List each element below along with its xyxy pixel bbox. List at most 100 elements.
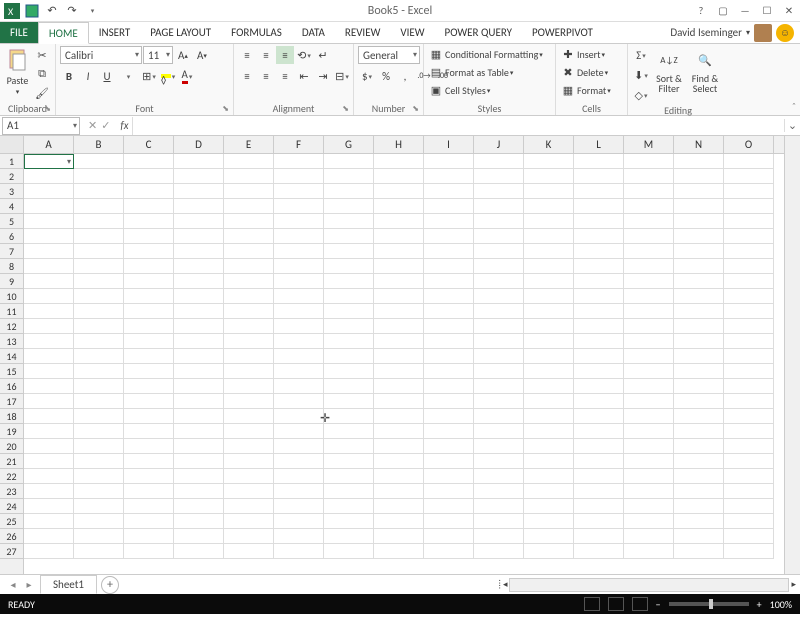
cell[interactable] <box>224 334 274 349</box>
cell[interactable] <box>174 274 224 289</box>
cell[interactable] <box>574 199 624 214</box>
zoom-slider[interactable] <box>669 602 749 606</box>
orientation-button[interactable]: ⟲ <box>295 46 313 64</box>
cell[interactable] <box>474 274 524 289</box>
number-format-select[interactable]: General <box>358 46 420 64</box>
cell[interactable] <box>474 484 524 499</box>
cell[interactable] <box>374 379 424 394</box>
cell[interactable] <box>274 244 324 259</box>
cell[interactable] <box>124 334 174 349</box>
cell[interactable] <box>324 184 374 199</box>
cell[interactable] <box>574 364 624 379</box>
col-header[interactable]: F <box>274 136 324 153</box>
cell[interactable] <box>424 364 474 379</box>
cell[interactable] <box>674 379 724 394</box>
cell[interactable] <box>574 439 624 454</box>
cell[interactable] <box>324 229 374 244</box>
user-menu-icon[interactable]: ▾ <box>746 28 750 38</box>
cell[interactable] <box>324 154 374 169</box>
cell[interactable] <box>24 274 74 289</box>
cell[interactable] <box>674 499 724 514</box>
col-header[interactable]: D <box>174 136 224 153</box>
cell[interactable] <box>724 514 774 529</box>
cell[interactable] <box>424 349 474 364</box>
alignment-dialog-icon[interactable]: ⬊ <box>342 104 349 114</box>
cell[interactable] <box>74 214 124 229</box>
cell[interactable] <box>524 199 574 214</box>
cell[interactable] <box>74 484 124 499</box>
cell[interactable] <box>124 499 174 514</box>
row-header[interactable]: 10 <box>0 289 23 304</box>
cell[interactable] <box>274 484 324 499</box>
cell[interactable] <box>524 229 574 244</box>
cell[interactable] <box>74 424 124 439</box>
cell[interactable] <box>374 169 424 184</box>
cell[interactable] <box>424 424 474 439</box>
cell[interactable] <box>474 514 524 529</box>
cell[interactable] <box>624 199 674 214</box>
delete-cells-button[interactable]: ✖Delete▾ <box>560 64 608 80</box>
cell[interactable] <box>224 184 274 199</box>
save-icon[interactable] <box>24 3 40 19</box>
cell[interactable] <box>324 289 374 304</box>
cell[interactable] <box>524 424 574 439</box>
cell[interactable] <box>574 349 624 364</box>
tab-file[interactable]: FILE <box>0 22 38 43</box>
tab-home[interactable]: HOME <box>38 22 89 44</box>
cell[interactable] <box>274 514 324 529</box>
cell[interactable] <box>724 364 774 379</box>
cell[interactable] <box>524 349 574 364</box>
cell[interactable] <box>574 424 624 439</box>
row-header[interactable]: 3 <box>0 184 23 199</box>
worksheet-grid[interactable]: 1234567891011121314151617181920212223242… <box>0 136 800 574</box>
row-header[interactable]: 19 <box>0 424 23 439</box>
cell[interactable] <box>74 199 124 214</box>
cell[interactable] <box>424 169 474 184</box>
cell[interactable] <box>624 469 674 484</box>
cell[interactable] <box>274 199 324 214</box>
cell[interactable] <box>374 499 424 514</box>
clipboard-dialog-icon[interactable]: ⬊ <box>44 104 51 114</box>
cell[interactable] <box>474 349 524 364</box>
col-header[interactable]: H <box>374 136 424 153</box>
cell[interactable] <box>424 244 474 259</box>
cell[interactable] <box>374 244 424 259</box>
cell[interactable] <box>274 169 324 184</box>
cell[interactable] <box>674 199 724 214</box>
cell[interactable] <box>274 274 324 289</box>
cell[interactable] <box>624 364 674 379</box>
cell[interactable] <box>424 514 474 529</box>
cell[interactable] <box>574 304 624 319</box>
underline-button[interactable]: U <box>98 67 116 85</box>
name-box[interactable]: A1 <box>2 117 80 135</box>
cell[interactable] <box>124 454 174 469</box>
cell[interactable] <box>474 544 524 559</box>
bold-button[interactable]: B <box>60 67 78 85</box>
cell[interactable] <box>324 499 374 514</box>
conditional-formatting-button[interactable]: ▦Conditional Formatting▾ <box>428 46 543 62</box>
col-header[interactable]: N <box>674 136 724 153</box>
cell[interactable] <box>524 154 574 169</box>
undo-icon[interactable]: ↶ <box>44 3 60 19</box>
cell[interactable] <box>224 424 274 439</box>
cell[interactable] <box>524 499 574 514</box>
font-color-button[interactable]: A <box>178 67 196 85</box>
cell[interactable] <box>424 214 474 229</box>
cell[interactable] <box>24 289 74 304</box>
minimize-icon[interactable]: — <box>738 4 752 18</box>
cell[interactable] <box>324 454 374 469</box>
sort-filter-button[interactable]: A↓Z Sort & Filter <box>652 46 686 94</box>
cell[interactable] <box>724 544 774 559</box>
cell[interactable] <box>674 184 724 199</box>
cut-button[interactable]: ✂ <box>33 46 51 64</box>
cell[interactable] <box>124 169 174 184</box>
cell[interactable] <box>574 334 624 349</box>
cell[interactable] <box>374 229 424 244</box>
align-left-button[interactable]: ≡ <box>238 67 256 85</box>
format-table-button[interactable]: ▤Format as Table▾ <box>428 64 513 80</box>
cell[interactable] <box>74 514 124 529</box>
cell[interactable] <box>624 394 674 409</box>
cell[interactable] <box>24 409 74 424</box>
cell[interactable] <box>74 334 124 349</box>
cell[interactable] <box>724 244 774 259</box>
